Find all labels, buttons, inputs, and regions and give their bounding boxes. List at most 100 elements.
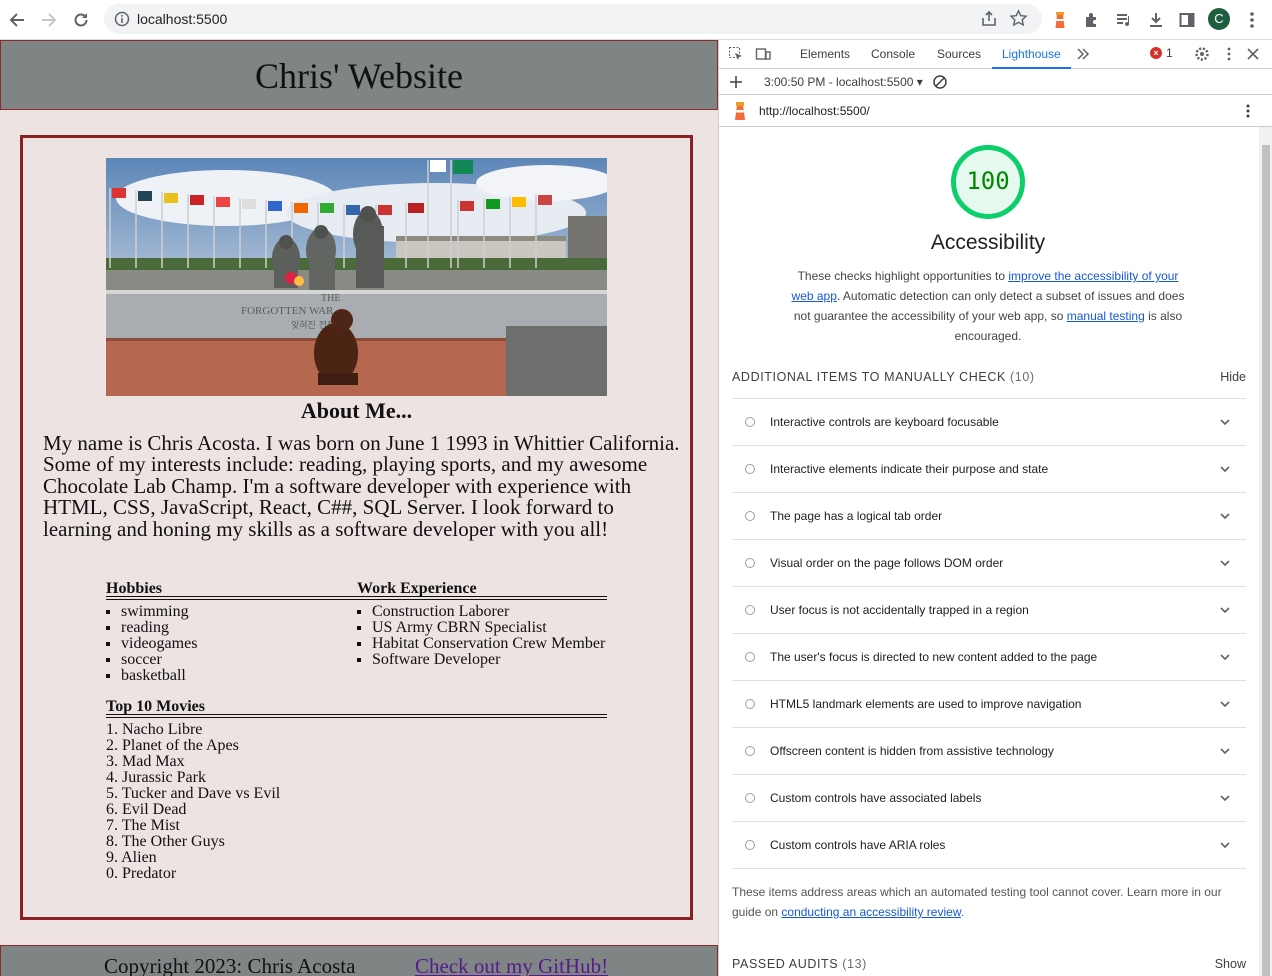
movies-list: 1. Nacho Libre 2. Planet of the Apes 3. … (106, 722, 607, 882)
tab-sources[interactable]: Sources (937, 40, 981, 69)
audit-item[interactable]: The page has a logical tab order (732, 493, 1246, 540)
address-bar[interactable]: localhost:5500 (104, 4, 1042, 34)
category-title: Accessibility (930, 231, 1046, 254)
list-item: 5. Tucker and Dave vs Evil (106, 785, 281, 802)
new-report-plus-icon[interactable] (728, 74, 744, 90)
devtools-menu-kebab-icon[interactable] (1221, 46, 1237, 62)
audit-title: Visual order on the page follows DOM ord… (770, 556, 1004, 570)
chevron-down-icon (1220, 513, 1230, 520)
back-arrow-icon[interactable] (5, 8, 29, 32)
audit-status-icon (745, 464, 755, 474)
audit-item[interactable]: Offscreen content is hidden from assisti… (732, 728, 1246, 775)
main-content-box: THE FORGOTTEN WAR 잊혀진 전쟁 About Me... My … (20, 135, 693, 920)
tab-lighthouse[interactable]: Lighthouse (992, 40, 1071, 69)
manual-check-group-header: ADDITIONAL ITEMS TO MANUALLY CHECK (10) … (732, 370, 1246, 394)
audit-title: Interactive elements indicate their purp… (770, 462, 1049, 476)
list-item: swimming (121, 604, 357, 620)
audit-item[interactable]: Interactive elements indicate their purp… (732, 446, 1246, 493)
report-url-bar: http://localhost:5500/ (719, 95, 1272, 127)
tab-console[interactable]: Console (871, 40, 915, 69)
audit-item[interactable]: Custom controls have associated labels (732, 775, 1246, 822)
github-link[interactable]: Check out my GitHub! (415, 954, 608, 976)
audit-status-icon (745, 417, 755, 427)
audit-item[interactable]: Custom controls have ARIA roles (732, 822, 1246, 869)
category-description: These checks highlight opportunities to … (785, 266, 1191, 346)
share-icon[interactable] (980, 10, 998, 28)
audit-item[interactable]: Visual order on the page follows DOM ord… (732, 540, 1246, 587)
clear-reports-icon[interactable] (932, 74, 948, 90)
passed-audits-group-header: PASSED AUDITS (13) Show (732, 957, 1246, 976)
list-item: reading (121, 620, 357, 636)
about-title: About Me... (300, 398, 413, 423)
browser-toolbar: localhost:5500 C (0, 0, 1272, 40)
copyright-text: Copyright 2023: Chris Acosta (104, 954, 356, 976)
web-page: Chris' Website THE FORGOTTEN WAR 잊혀진 전쟁 … (0, 40, 718, 976)
report-menu-kebab-icon[interactable] (1240, 103, 1256, 119)
list-item: 4. Jurassic Park (106, 769, 206, 786)
movies-heading: Top 10 Movies (106, 699, 607, 718)
side-panel-icon[interactable] (1175, 8, 1199, 32)
audit-status-icon (745, 652, 755, 662)
inspect-element-icon[interactable] (728, 46, 744, 62)
report-selector[interactable]: 3:00:50 PM - localhost:5500 ▾ (764, 75, 923, 89)
list-item: videogames (121, 636, 357, 652)
audit-status-icon (745, 699, 755, 709)
svg-text:FORGOTTEN WAR: FORGOTTEN WAR (241, 305, 334, 317)
manual-group-title: ADDITIONAL ITEMS TO MANUALLY CHECK (732, 370, 1006, 384)
audit-item[interactable]: User focus is not accidentally trapped i… (732, 587, 1246, 634)
hide-toggle[interactable]: Hide (1220, 370, 1246, 384)
error-count: 1 (1166, 46, 1173, 60)
site-header: Chris' Website (0, 40, 718, 110)
devtools-panel: Elements Console Sources Lighthouse × 1 … (718, 40, 1272, 976)
report-scrollbar[interactable] (1259, 127, 1272, 976)
lighthouse-extension-icon[interactable] (1048, 8, 1072, 32)
list-item: Habitat Conservation Crew Member (372, 636, 607, 652)
audit-title: Interactive controls are keyboard focusa… (770, 415, 999, 429)
manual-audit-list: Interactive controls are keyboard focusa… (732, 398, 1246, 869)
accessibility-review-link[interactable]: conducting an accessibility review (781, 905, 960, 919)
list-item: soccer (121, 652, 357, 668)
lighthouse-logo-icon (735, 102, 745, 120)
error-count-badge[interactable]: × 1 (1150, 46, 1173, 60)
url-text[interactable]: localhost:5500 (137, 11, 227, 27)
settings-gear-icon[interactable] (1194, 46, 1210, 62)
list-item: Software Developer (372, 652, 607, 668)
list-item: 8. The Other Guys (106, 833, 225, 850)
manual-check-note: These items address areas which an autom… (732, 882, 1232, 922)
browser-menu-kebab-icon[interactable] (1240, 8, 1264, 32)
tab-elements[interactable]: Elements (800, 40, 850, 69)
audit-item[interactable]: HTML5 landmark elements are used to impr… (732, 681, 1246, 728)
info-icon[interactable] (114, 11, 130, 27)
hobbies-column: Hobbies swimming reading videogames socc… (106, 581, 357, 684)
media-queue-icon[interactable] (1112, 8, 1136, 32)
list-item: 7. The Mist (106, 817, 180, 834)
manual-group-count: (10) (1010, 370, 1035, 384)
audit-status-icon (745, 746, 755, 756)
audit-status-icon (745, 558, 755, 568)
extensions-puzzle-icon[interactable] (1080, 8, 1104, 32)
bookmark-star-icon[interactable] (1009, 9, 1028, 28)
device-toolbar-icon[interactable] (755, 46, 771, 62)
chevron-down-icon (1220, 654, 1230, 661)
audit-item[interactable]: The user's focus is directed to new cont… (732, 634, 1246, 681)
lighthouse-report: 100 Accessibility These checks highlight… (719, 127, 1259, 976)
desc-text: These checks highlight opportunities to (797, 269, 1009, 283)
audit-title: Custom controls have associated labels (770, 791, 982, 805)
report-url: http://localhost:5500/ (759, 104, 870, 118)
more-tabs-chevron-icon[interactable] (1075, 46, 1091, 62)
audit-title: User focus is not accidentally trapped i… (770, 603, 1029, 617)
audit-title: HTML5 landmark elements are used to impr… (770, 697, 1082, 711)
forward-arrow-icon[interactable] (37, 8, 61, 32)
download-icon[interactable] (1144, 8, 1168, 32)
chevron-down-icon (1220, 466, 1230, 473)
profile-avatar[interactable]: C (1208, 8, 1230, 30)
movies-section: Top 10 Movies 1. Nacho Libre 2. Planet o… (106, 699, 607, 882)
dropdown-caret-icon: ▾ (916, 75, 923, 89)
audit-status-icon (745, 605, 755, 615)
manual-testing-link[interactable]: manual testing (1067, 309, 1145, 323)
show-toggle[interactable]: Show (1215, 957, 1246, 971)
scrollbar-thumb[interactable] (1262, 145, 1270, 976)
audit-item[interactable]: Interactive controls are keyboard focusa… (732, 399, 1246, 446)
reload-icon[interactable] (69, 8, 93, 32)
close-devtools-icon[interactable] (1245, 46, 1261, 62)
